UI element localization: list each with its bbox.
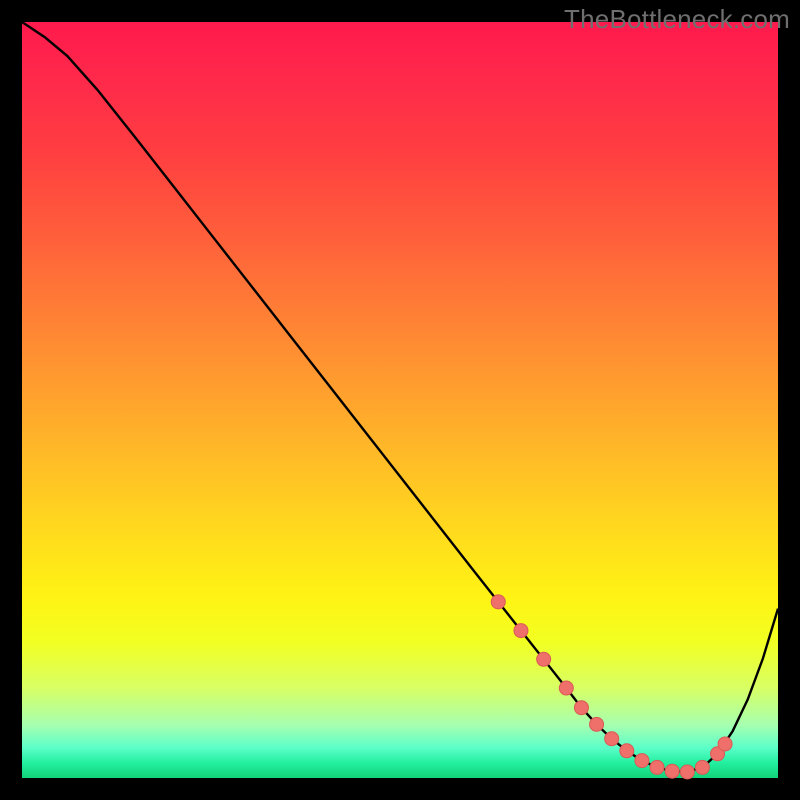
curve-marker	[559, 681, 573, 695]
curve-marker	[695, 760, 709, 774]
curve-line	[22, 22, 778, 772]
curve-marker	[718, 737, 732, 751]
chart-frame: TheBottleneck.com	[0, 0, 800, 800]
curve-marker	[514, 624, 528, 638]
curve-marker	[574, 701, 588, 715]
curve-marker	[537, 652, 551, 666]
curve-marker	[605, 732, 619, 746]
curve-marker	[635, 754, 649, 768]
curve-marker	[665, 764, 679, 778]
bottleneck-curve	[22, 22, 778, 778]
curve-marker	[620, 744, 634, 758]
curve-marker	[491, 595, 505, 609]
curve-marker	[590, 717, 604, 731]
chart-plot-area	[22, 22, 778, 778]
watermark-text: TheBottleneck.com	[564, 4, 790, 35]
curve-marker	[650, 760, 664, 774]
curve-markers	[491, 595, 732, 779]
curve-marker	[680, 765, 694, 779]
